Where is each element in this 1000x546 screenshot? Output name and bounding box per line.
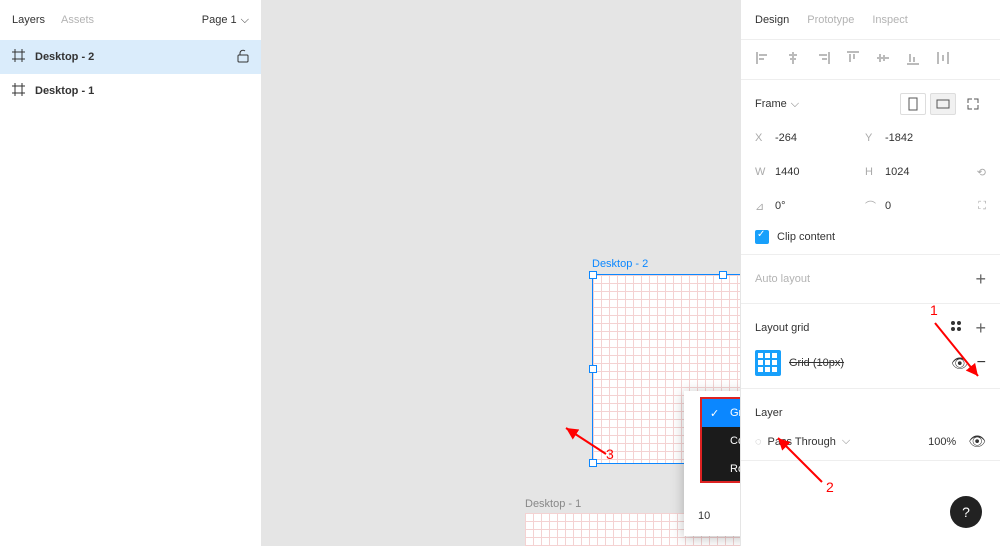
left-tabs: Layers Assets Page 1 ⌵ — [0, 0, 261, 40]
layer-row-desktop-1[interactable]: Desktop - 1 — [0, 74, 261, 108]
tab-layers[interactable]: Layers — [12, 14, 45, 26]
grid-styles-icon[interactable] — [951, 321, 965, 335]
page-selector[interactable]: Page 1 ⌵ — [202, 14, 249, 27]
rotation-value[interactable]: 0° — [771, 200, 865, 212]
right-tabs: Design Prototype Inspect — [741, 0, 1000, 40]
chevron-down-icon: ⌵ — [241, 14, 249, 27]
add-autolayout-button[interactable]: + — [975, 270, 986, 288]
y-value[interactable]: -1842 — [881, 132, 975, 144]
fit-icon[interactable] — [960, 93, 986, 115]
layer-row-desktop-2[interactable]: Desktop - 2 — [0, 40, 261, 74]
clip-checkbox[interactable] — [755, 230, 769, 244]
right-panel: Design Prototype Inspect Frame ⌵ — [740, 0, 1000, 546]
y-label: Y — [865, 132, 881, 144]
resize-handle[interactable] — [589, 365, 597, 373]
blend-icon: ◌ — [755, 436, 762, 448]
remove-grid-button[interactable]: − — [977, 354, 986, 372]
tab-prototype[interactable]: Prototype — [807, 14, 854, 26]
canvas[interactable]: Desktop - 2 Desktop - 1 Grid Columns Row… — [262, 0, 740, 546]
align-right-icon[interactable] — [815, 50, 831, 69]
resize-handle[interactable] — [589, 459, 597, 467]
align-bottom-icon[interactable] — [905, 50, 921, 69]
grid-props-row: 10 FF0000 10% — [698, 508, 740, 524]
layer-section: Layer ◌ Pass Through ⌵ 100% 👁 — [741, 389, 1000, 461]
align-top-icon[interactable] — [845, 50, 861, 69]
rotation-icon: ⊿ — [755, 200, 771, 213]
layoutgrid-entry[interactable]: Grid (10px) 👁 − — [755, 348, 986, 378]
radius-value[interactable]: 0 — [881, 200, 975, 212]
grid-settings-popup: Grid Columns Rows ✕ 10 FF0000 10% — [684, 391, 740, 536]
dropdown-item-grid[interactable]: Grid — [702, 399, 740, 427]
layoutgrid-title: Layout grid — [755, 322, 809, 334]
grid-icon[interactable] — [755, 350, 781, 376]
align-hcenter-icon[interactable] — [785, 50, 801, 69]
layoutgrid-section: Layout grid + Grid (10px) 👁 − — [741, 304, 1000, 389]
expand-radius-icon[interactable]: ⛶ — [978, 200, 986, 213]
frame-icon — [12, 49, 25, 65]
h-value[interactable]: 1024 — [881, 166, 975, 178]
distribute-icon[interactable] — [935, 50, 951, 69]
dropdown-item-rows[interactable]: Rows — [702, 455, 740, 483]
align-row — [741, 40, 1000, 80]
align-left-icon[interactable] — [755, 50, 771, 69]
w-label: W — [755, 166, 771, 178]
left-panel: Layers Assets Page 1 ⌵ Desktop - 2 Deskt… — [0, 0, 262, 546]
frame-label-2[interactable]: Desktop - 1 — [525, 498, 581, 510]
resize-handle[interactable] — [589, 271, 597, 279]
x-label: X — [755, 132, 771, 144]
w-value[interactable]: 1440 — [771, 166, 865, 178]
clip-label: Clip content — [777, 231, 835, 243]
layer-name: Desktop - 2 — [35, 51, 94, 63]
help-button[interactable]: ? — [950, 496, 982, 528]
autolayout-section: Auto layout + — [741, 255, 1000, 304]
grid-size-value[interactable]: 10 — [698, 510, 740, 522]
constrain-icon[interactable]: ⟲ — [977, 166, 986, 179]
chevron-down-icon[interactable]: ⌵ — [791, 98, 799, 111]
eye-icon[interactable]: 👁 — [968, 433, 986, 450]
frame-icon — [12, 83, 25, 99]
blend-mode[interactable]: Pass Through — [768, 436, 836, 448]
eye-icon[interactable]: 👁 — [951, 355, 969, 372]
layer-title: Layer — [755, 407, 783, 419]
tab-design[interactable]: Design — [755, 14, 789, 26]
tab-inspect[interactable]: Inspect — [872, 14, 907, 26]
frame-section: Frame ⌵ X-264 Y-1842 W1440 H1024 ⟲ ⊿0° — [741, 80, 1000, 255]
dropdown-item-columns[interactable]: Columns — [702, 427, 740, 455]
orientation-landscape-icon[interactable] — [930, 93, 956, 115]
layer-opacity[interactable]: 100% — [928, 436, 956, 448]
add-layoutgrid-button[interactable]: + — [975, 319, 986, 337]
x-value[interactable]: -264 — [771, 132, 865, 144]
orientation-portrait-icon[interactable] — [900, 93, 926, 115]
resize-handle[interactable] — [719, 271, 727, 279]
grid-type-dropdown-wrapper: Grid Columns Rows — [700, 397, 740, 483]
grid-entry-label: Grid (10px) — [789, 357, 844, 369]
align-vcenter-icon[interactable] — [875, 50, 891, 69]
page-label: Page 1 — [202, 14, 237, 26]
frame-label[interactable]: Desktop - 2 — [592, 258, 648, 270]
frame-title[interactable]: Frame — [755, 98, 787, 110]
radius-icon: ⌒ — [865, 198, 881, 214]
grid-type-dropdown[interactable]: Grid Columns Rows — [702, 399, 740, 481]
unlock-icon[interactable] — [237, 49, 249, 66]
h-label: H — [865, 166, 881, 178]
chevron-down-icon[interactable]: ⌵ — [842, 435, 850, 448]
layer-name: Desktop - 1 — [35, 85, 94, 97]
autolayout-title: Auto layout — [755, 273, 810, 285]
tab-assets[interactable]: Assets — [61, 14, 94, 26]
